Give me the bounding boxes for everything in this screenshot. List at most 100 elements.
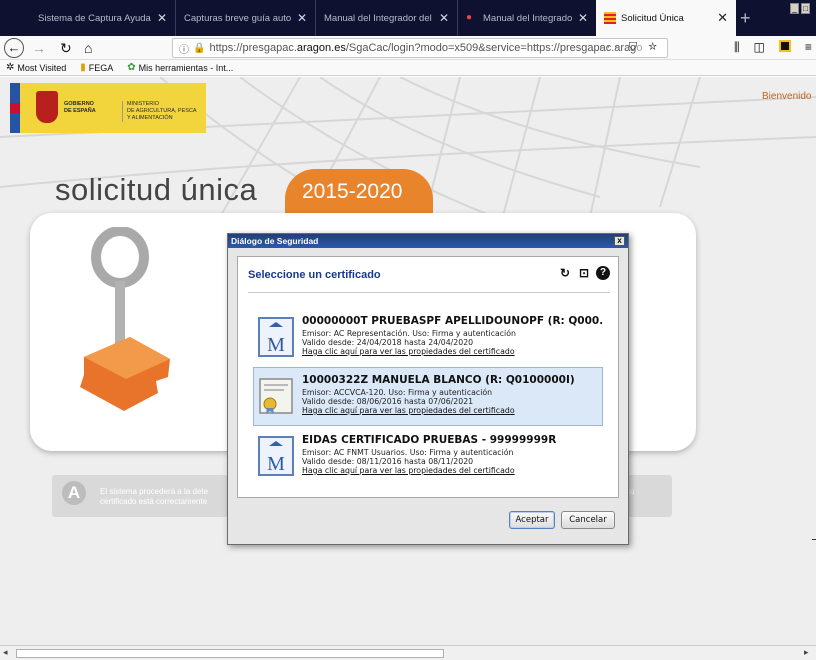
- certificate-properties-link[interactable]: Haga clic aquí para ver las propiedades …: [302, 406, 515, 415]
- new-tab-button[interactable]: +: [740, 8, 751, 29]
- url-prefix: https://presgapac.: [209, 42, 297, 54]
- dialog-title: Diálogo de Seguridad: [231, 236, 319, 246]
- close-icon[interactable]: ✕: [439, 11, 449, 25]
- menu-icon[interactable]: ≡: [805, 40, 812, 55]
- years-label: 2015-2020: [302, 180, 403, 203]
- ministry-logo[interactable]: GOBIERNO DE ESPAÑA MINISTERIO DE AGRICUL…: [10, 83, 206, 133]
- bookmark-mis-herramientas[interactable]: ✿ Mis herramientas - Int...: [127, 62, 233, 73]
- lock-icon[interactable]: 🔒: [193, 43, 205, 54]
- certificate-issuer: Emisor: AC Representación. Uso: Firma y …: [302, 329, 516, 338]
- logo-line: GOBIERNO: [64, 101, 94, 107]
- certificate-validity: Valido desde: 24/04/2018 hasta 24/04/202…: [302, 338, 474, 347]
- logo-line: DE AGRICULTURA, PESCA: [127, 108, 197, 114]
- notice-line: certificado está correctamente: [100, 497, 208, 506]
- eu-flag-icon: [10, 83, 20, 133]
- certificate-name: 00000000T PRUEBASPF APELLIDOUNOPF (R: Q0…: [302, 315, 602, 327]
- svg-text:M: M: [267, 453, 285, 475]
- site-header: GOBIERNO DE ESPAÑA MINISTERIO DE AGRICUL…: [0, 77, 816, 135]
- key-puzzle-illustration: [80, 227, 170, 411]
- bookmarks-bar: ✲ Most Visited ▮ FEGA ✿ Mis herramientas…: [0, 60, 816, 76]
- spain-coat-of-arms-icon: [36, 91, 58, 123]
- close-icon[interactable]: ✕: [717, 10, 728, 26]
- tab-label: Manual del Integrador del M: [483, 12, 572, 24]
- toolbar-icons: ⫼ ◫ ≡: [734, 40, 812, 55]
- logo-line: MINISTERIO: [127, 101, 160, 107]
- bookmark-fega[interactable]: ▮ FEGA: [80, 62, 113, 73]
- certificate-item[interactable]: M 00000000T PRUEBASPF APELLIDOUNOPF (R: …: [253, 308, 603, 367]
- logo-gobierno: GOBIERNO DE ESPAÑA: [64, 101, 96, 115]
- close-icon[interactable]: ✕: [157, 11, 167, 25]
- close-icon[interactable]: x: [614, 236, 625, 246]
- extension-icon[interactable]: [778, 40, 791, 52]
- minimize-icon[interactable]: _: [790, 3, 799, 14]
- navigation-bar: ← → ↻ ⌂ ⓘ 🔒 https://presgapac. aragon.es /…: [0, 36, 816, 60]
- sidebar-icon[interactable]: ◫: [754, 40, 765, 55]
- fnmt-m-icon: M: [258, 317, 294, 357]
- tab-label: Manual del Integrador del MiniAp: [324, 12, 433, 24]
- bookmark-label: FEGA: [88, 62, 114, 73]
- tab-manual-integrador-1[interactable]: Manual del Integrador del MiniAp ✕: [316, 0, 458, 36]
- certificate-item[interactable]: M EIDAS CERTIFICADO PRUEBAS - 99999999R …: [253, 427, 603, 486]
- url-domain: aragon.es: [296, 42, 346, 54]
- close-icon[interactable]: ✕: [297, 11, 307, 25]
- certificate-validity: Valido desde: 08/06/2016 hasta 07/06/202…: [302, 397, 474, 406]
- logo-ministerio: MINISTERIO DE AGRICULTURA, PESCA Y ALIME…: [122, 101, 197, 122]
- back-arrow-icon[interactable]: ←: [4, 38, 24, 58]
- scrollbar-thumb[interactable]: [16, 649, 444, 658]
- accept-button[interactable]: Aceptar: [509, 511, 555, 529]
- tab-capturas-guia[interactable]: Capturas breve guía autofirma ✕: [176, 0, 316, 36]
- browser-tab-bar: Sistema de Captura Ayudas PAC ✕ Capturas…: [0, 0, 816, 36]
- reload-icon[interactable]: ↻: [60, 38, 72, 58]
- page-actions-icon[interactable]: ··· ⛉ ☆: [599, 41, 661, 54]
- divider: [248, 292, 610, 293]
- certificate-validity: Valido desde: 08/11/2016 hasta 08/11/202…: [302, 457, 474, 466]
- logo-line: Y ALIMENTACIÓN: [127, 115, 173, 121]
- certificate-document-icon: [259, 378, 293, 414]
- bookmark-most-visited[interactable]: ✲ Most Visited: [6, 62, 66, 73]
- tab-sistema-captura[interactable]: Sistema de Captura Ayudas PAC ✕: [30, 0, 176, 36]
- maximize-icon[interactable]: □: [801, 3, 810, 14]
- certificate-properties-link[interactable]: Haga clic aquí para ver las propiedades …: [302, 347, 515, 356]
- url-path: /SgaCac/login?modo=x509&service=https://…: [345, 42, 637, 54]
- scroll-right-icon[interactable]: ▸: [804, 647, 809, 658]
- certificate-issuer: Emisor: AC FNMT Usuarios. Uso: Firma y a…: [302, 448, 514, 457]
- svg-text:M: M: [267, 334, 285, 356]
- cancel-button[interactable]: Cancelar: [561, 511, 615, 529]
- window-controls: _ □: [790, 3, 810, 14]
- globe-icon: ●: [466, 12, 473, 23]
- help-icon[interactable]: ?: [596, 266, 610, 280]
- fnmt-m-icon: M: [258, 436, 294, 476]
- tab-solicitud-unica[interactable]: Solicitud Única ✕: [596, 0, 736, 36]
- refresh-icon[interactable]: ↻: [558, 266, 572, 280]
- dialog-tools: ↻ ⊡ ?: [558, 266, 610, 280]
- tab-label: Capturas breve guía autofirma: [184, 12, 291, 24]
- notice-text: El sistema procederá a la dete certifica…: [100, 487, 230, 507]
- close-icon[interactable]: ✕: [578, 11, 588, 25]
- security-dialog: Diálogo de Seguridad x Seleccione un cer…: [227, 233, 629, 545]
- address-bar[interactable]: ⓘ 🔒 https://presgapac. aragon.es/SgaCac/l…: [172, 38, 668, 58]
- dialog-heading: Seleccione un certificado: [248, 269, 381, 281]
- tab-label: Solicitud Única: [621, 12, 684, 24]
- certificate-panel: Seleccione un certificado ↻ ⊡ ? M 000000…: [237, 256, 619, 498]
- dialog-title-bar[interactable]: Diálogo de Seguridad x: [228, 234, 628, 248]
- horizontal-scrollbar[interactable]: ◂ ▸: [0, 645, 816, 660]
- scroll-left-icon[interactable]: ◂: [3, 647, 8, 658]
- bookmark-label: Mis herramientas - Int...: [138, 62, 234, 73]
- certificate-properties-link[interactable]: Haga clic aquí para ver las propiedades …: [302, 466, 515, 475]
- logo-line: DE ESPAÑA: [64, 108, 96, 114]
- import-certificate-icon[interactable]: ⊡: [577, 266, 591, 280]
- home-icon[interactable]: ⌂: [84, 38, 92, 58]
- info-icon[interactable]: ⓘ: [179, 41, 189, 56]
- page-edge-mark: [812, 539, 816, 540]
- library-icon[interactable]: ⫼: [734, 40, 740, 55]
- welcome-text: Bienvenido: [762, 91, 812, 102]
- certificate-item-selected[interactable]: 10000322Z MANUELA BLANCO (R: Q0100000I) …: [253, 367, 603, 426]
- notice-line: El sistema procederá a la dete: [100, 487, 209, 496]
- tab-label: Sistema de Captura Ayudas PAC: [38, 12, 151, 24]
- tab-manual-integrador-2[interactable]: ● Manual del Integrador del M ✕: [458, 0, 596, 36]
- page-title: solicitud única: [55, 172, 258, 207]
- notice-badge: A: [62, 481, 86, 505]
- gear-icon: ✲: [6, 62, 15, 73]
- forward-arrow-icon[interactable]: →: [32, 38, 46, 58]
- certificate-name: 10000322Z MANUELA BLANCO (R: Q0100000I): [302, 374, 575, 386]
